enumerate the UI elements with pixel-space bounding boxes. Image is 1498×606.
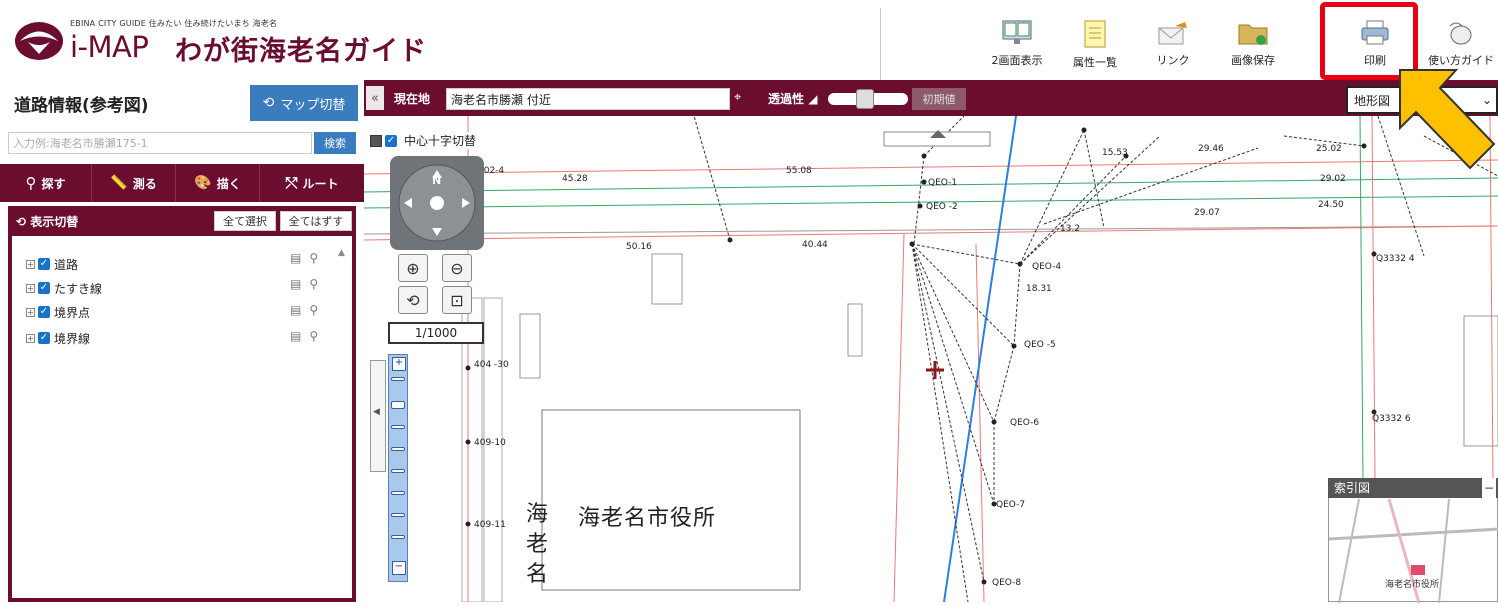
refresh-icon: ⟲ — [16, 215, 27, 229]
legend-icon[interactable]: ▤ — [290, 251, 301, 265]
layer-item-corner-line[interactable]: + ✓ たすき線 — [26, 278, 102, 298]
expand-icon[interactable]: + — [26, 307, 35, 317]
deselect-all-button[interactable]: 全てはずす — [280, 211, 352, 231]
zoom-in-icon: ⊕ — [406, 258, 420, 278]
rotate-icon: ⟲ — [406, 290, 420, 310]
index-city-hall-label: 海老名市役所 — [1385, 580, 1440, 590]
dual-screen-icon — [1002, 20, 1032, 44]
tab-measure[interactable]: 📏 測る — [92, 164, 176, 202]
search-icon: ⚲ — [25, 174, 37, 192]
location-field[interactable] — [446, 88, 730, 110]
zoom-out-icon: ⊖ — [450, 258, 464, 278]
attribute-list-button[interactable]: 属性一覧 — [1057, 8, 1133, 76]
expand-icon[interactable]: + — [26, 259, 35, 269]
city-hall-vertical-label: 海老名 — [526, 502, 549, 587]
zoom-area-icon: ⊡ — [450, 290, 464, 310]
layer-checkbox[interactable]: ✓ — [38, 282, 50, 294]
select-all-button[interactable]: 全て選択 — [214, 211, 276, 231]
panel-toggle-icon[interactable] — [370, 134, 382, 147]
legend-icon[interactable]: ▤ — [290, 303, 301, 317]
layer-header: ⟲ 表示切替 全て選択 全てはずす — [8, 206, 356, 236]
layer-item-boundary-line[interactable]: + ✓ 境界線 — [26, 328, 90, 348]
palette-icon: 🎨 — [194, 175, 212, 191]
compass-north: N — [432, 174, 442, 187]
folder-save-icon — [1238, 24, 1268, 45]
zoom-slider-thumb[interactable] — [391, 401, 405, 409]
zoom-out-button[interactable]: ⊖ — [442, 254, 472, 282]
layer-checkbox[interactable]: ✓ — [38, 306, 50, 318]
zoom-icon[interactable]: ⚲ — [309, 329, 318, 343]
map-switch-button[interactable]: ⟲ マップ切替 — [250, 85, 358, 121]
scroll-up-icon[interactable]: ▲ — [338, 248, 345, 258]
minimize-icon[interactable]: − — [1482, 478, 1496, 498]
compass-icon — [398, 164, 476, 242]
layer-checkbox[interactable]: ✓ — [38, 332, 50, 344]
ruler-icon: 📏 — [110, 175, 128, 191]
reset-opacity-button[interactable]: 初期値 — [912, 88, 966, 110]
zoom-plus-button[interactable]: + — [392, 357, 406, 371]
layer-checkbox[interactable]: ✓ — [38, 258, 50, 270]
panel-title: 道路情報(参考図) — [14, 96, 149, 116]
zoom-slider[interactable]: + − — [388, 354, 408, 582]
tab-draw[interactable]: 🎨 描く — [176, 164, 260, 202]
layer-item-boundary-point[interactable]: + ✓ 境界点 — [26, 302, 90, 322]
layer-row-icons: ▤ ⚲ — [290, 248, 318, 268]
zoom-icon[interactable]: ⚲ — [309, 277, 318, 291]
layer-item-road[interactable]: + ✓ 道路 — [26, 254, 78, 274]
pointer-arrow-icon — [1399, 69, 1496, 170]
zoom-minus-button[interactable]: − — [392, 561, 406, 575]
address-search-input[interactable] — [8, 132, 312, 154]
city-logo-icon — [15, 22, 63, 60]
zoom-area-button[interactable]: ⊡ — [442, 286, 472, 314]
route-icon: ⤲ — [285, 174, 298, 192]
dual-screen-button[interactable]: 2画面表示 — [979, 8, 1055, 76]
search-button[interactable]: 検索 — [314, 132, 356, 154]
expand-icon[interactable]: + — [26, 283, 35, 293]
tab-route[interactable]: ⤲ ルート — [260, 164, 364, 202]
zoom-in-button[interactable]: ⊕ — [398, 254, 428, 282]
crosshair-checkbox[interactable]: ✓ — [385, 134, 397, 147]
mail-link-icon — [1158, 22, 1187, 45]
layer-row-icons: ▤ ⚲ — [290, 274, 318, 294]
legend-icon[interactable]: ▤ — [290, 277, 301, 291]
save-image-button[interactable]: 画像保存 — [1215, 8, 1291, 76]
collapse-panel-button[interactable]: « — [366, 86, 384, 110]
city-hall-label: 海老名市役所 — [578, 506, 717, 531]
document-list-icon — [1084, 20, 1106, 48]
zoom-icon[interactable]: ⚲ — [309, 303, 318, 317]
layer-row-icons: ▤ ⚲ — [290, 300, 318, 320]
mouse-icon — [1449, 22, 1472, 45]
refresh-icon: ⟲ — [262, 95, 275, 111]
layer-row-icons: ▤ ⚲ — [290, 326, 318, 346]
index-map-title: 索引図 − — [1328, 478, 1498, 498]
target-icon[interactable]: ⌖ — [734, 90, 741, 105]
brand-imap: i-MAP — [70, 30, 149, 64]
expand-icon[interactable]: + — [26, 333, 35, 343]
legend-icon[interactable]: ▤ — [290, 329, 301, 343]
zoom-icon[interactable]: ⚲ — [309, 251, 318, 265]
link-button[interactable]: リンク — [1135, 8, 1211, 76]
location-label: 現在地 — [394, 92, 431, 106]
tab-search[interactable]: ⚲ 探す — [0, 164, 92, 202]
rotate-reset-button[interactable]: ⟲ — [398, 286, 428, 314]
crosshair-toggle[interactable]: ✓ 中心十字切替 — [368, 132, 479, 149]
brand-title: わが街海老名ガイド — [175, 36, 427, 67]
side-scroll-handle[interactable]: ◀ — [370, 360, 386, 472]
brand-tagline: EBINA CITY GUIDE 住みたい 住み続けたいまち 海老名 — [70, 19, 278, 28]
opacity-label: 透過性 ◢ — [768, 92, 818, 106]
scale-display: 1/1000 — [388, 322, 484, 344]
pan-compass[interactable]: N — [390, 156, 484, 250]
opacity-slider-thumb[interactable] — [856, 89, 874, 109]
function-tabs: ⚲ 探す 📏 測る 🎨 描く ⤲ ルート — [0, 164, 364, 202]
